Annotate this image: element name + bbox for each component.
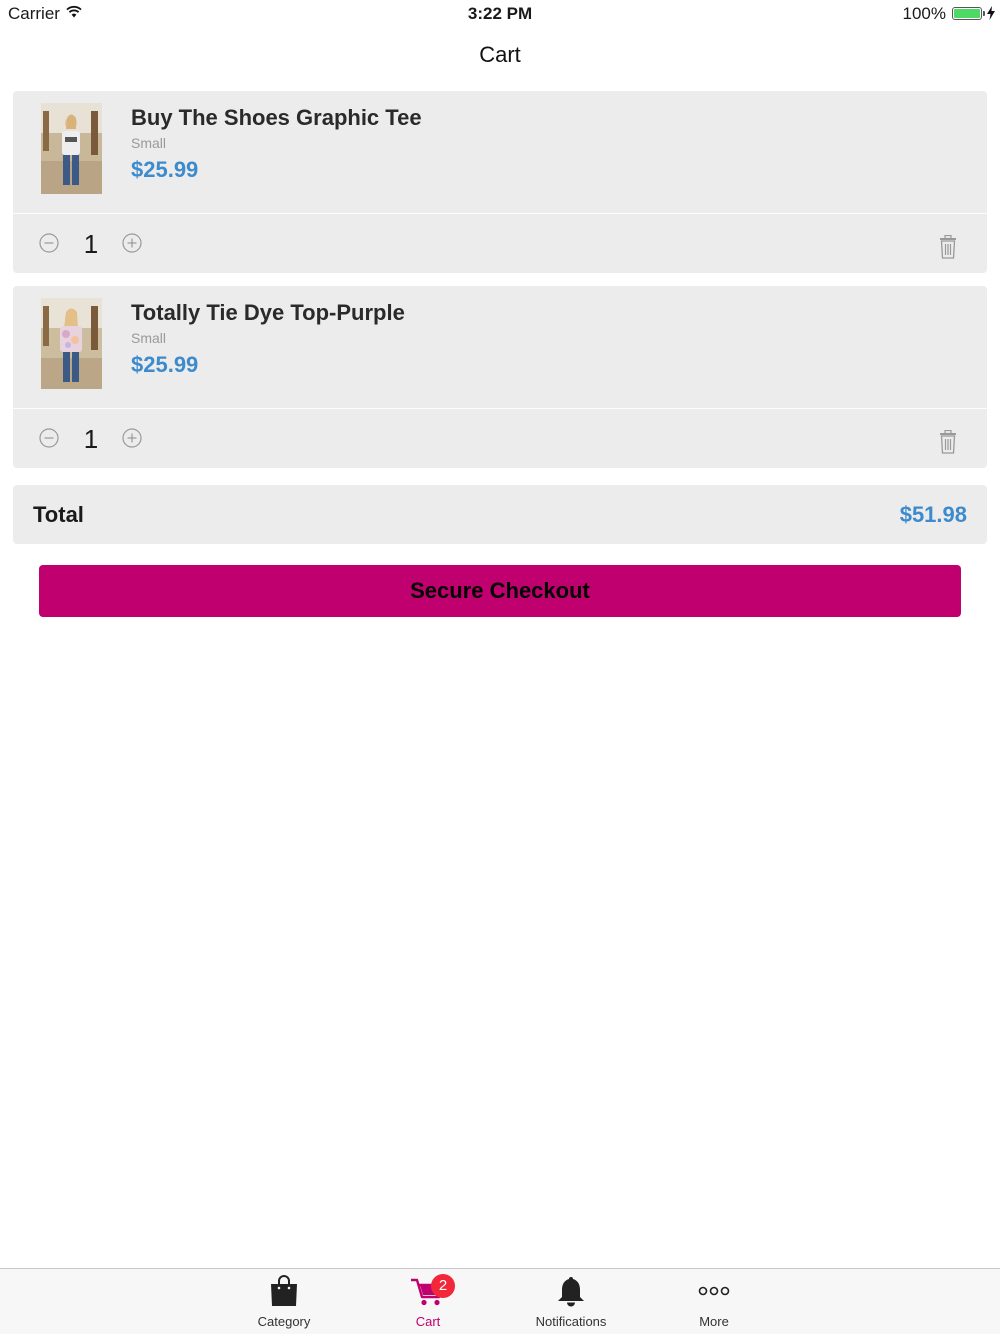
cart-item: Buy The Shoes Graphic Tee Small $25.99 1 — [13, 91, 987, 273]
tab-more[interactable]: More — [659, 1269, 769, 1335]
delete-item-trash-icon[interactable] — [938, 235, 958, 259]
order-total-row: Total $51.98 — [13, 485, 987, 544]
product-title[interactable]: Totally Tie Dye Top-Purple — [131, 300, 405, 326]
cart-item-details: Buy The Shoes Graphic Tee Small $25.99 — [13, 91, 987, 213]
clock: 3:22 PM — [467, 4, 533, 23]
tab-label: More — [699, 1314, 729, 1329]
decrease-quantity-button[interactable] — [39, 428, 59, 448]
cart-count-badge: 2 — [431, 1274, 455, 1298]
tab-notifications[interactable]: Notifications — [516, 1269, 626, 1335]
decrease-quantity-button[interactable] — [39, 233, 59, 253]
quantity-value: 1 — [83, 229, 99, 259]
battery-tip — [983, 11, 985, 16]
page-title: Cart — [479, 42, 521, 67]
battery-icon — [952, 7, 982, 20]
status-bar: Carrier 3:22 PM 100% — [0, 0, 1000, 28]
more-dots-icon — [698, 1286, 730, 1296]
tab-cart[interactable]: 2 Cart — [373, 1269, 483, 1335]
increase-quantity-button[interactable] — [122, 233, 142, 253]
tab-label: Cart — [415, 1314, 441, 1329]
tab-label: Category — [257, 1314, 311, 1329]
product-thumbnail[interactable] — [41, 103, 102, 194]
product-photo-tie-dye-top — [41, 298, 102, 389]
total-amount: $51.98 — [899, 502, 967, 527]
product-title[interactable]: Buy The Shoes Graphic Tee — [131, 105, 422, 131]
product-size: Small — [131, 135, 167, 151]
product-size: Small — [131, 330, 167, 346]
increase-quantity-button[interactable] — [122, 428, 142, 448]
cart-item-details: Totally Tie Dye Top-Purple Small $25.99 — [13, 286, 987, 408]
tab-label: Notifications — [535, 1314, 607, 1329]
product-price: $25.99 — [131, 352, 199, 377]
product-photo-graphic-tee — [41, 103, 102, 194]
product-price: $25.99 — [131, 157, 199, 182]
shopping-bag-icon — [271, 1275, 297, 1306]
tab-category[interactable]: Category — [229, 1269, 339, 1335]
total-label: Total — [33, 502, 84, 527]
quantity-value: 1 — [83, 424, 99, 454]
delete-item-trash-icon[interactable] — [938, 430, 958, 454]
secure-checkout-button[interactable]: Secure Checkout — [39, 565, 961, 617]
charging-bolt-icon — [987, 6, 995, 20]
divider — [13, 408, 987, 409]
tab-bar: Category 2 Cart Notifications More — [0, 1268, 1000, 1334]
cart-item: Totally Tie Dye Top-Purple Small $25.99 … — [13, 286, 987, 468]
product-thumbnail[interactable] — [41, 298, 102, 389]
battery-percentage: 100% — [902, 4, 946, 23]
divider — [13, 213, 987, 214]
bell-icon — [558, 1277, 584, 1307]
